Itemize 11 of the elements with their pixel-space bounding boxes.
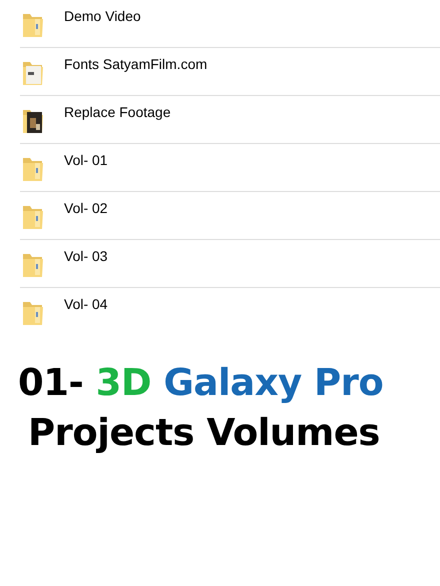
headline-text: Galaxy Pro: [164, 361, 384, 404]
folder-name[interactable]: Vol- 01: [64, 152, 108, 168]
headline-text: 01-: [18, 361, 84, 404]
folder-name[interactable]: Vol- 02: [64, 200, 108, 216]
headline-text: Projects Volumes: [28, 411, 380, 454]
folder-name[interactable]: Vol- 03: [64, 248, 108, 264]
folder-name[interactable]: Fonts SatyamFilm.com: [64, 56, 208, 72]
folder-name[interactable]: Vol- 04: [64, 296, 108, 312]
folder-name[interactable]: Replace Footage: [64, 104, 171, 120]
headline-text: 3D: [96, 361, 152, 404]
folder-name[interactable]: Demo Video: [64, 8, 141, 24]
